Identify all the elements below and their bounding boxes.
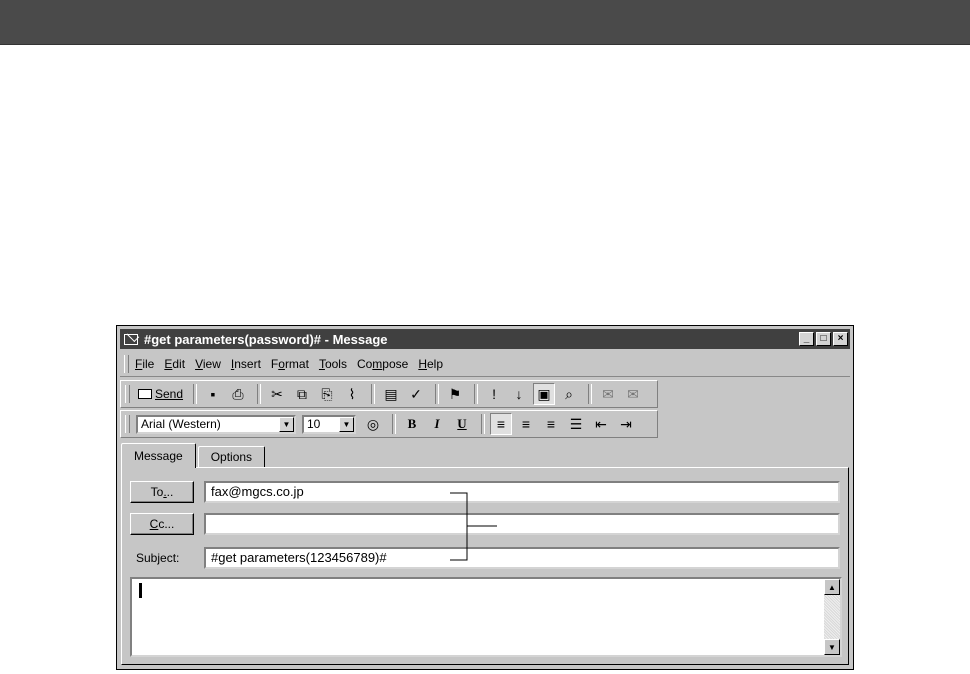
window-title: #get parameters(password)# - Message <box>144 331 388 347</box>
vertical-scrollbar[interactable]: ▲ ▼ <box>824 579 840 655</box>
scroll-up-icon[interactable]: ▲ <box>824 579 840 595</box>
close-button[interactable]: × <box>833 332 848 346</box>
toolbar-separator <box>435 384 440 404</box>
underline-button[interactable]: U <box>451 413 473 435</box>
text-cursor <box>139 583 142 598</box>
toolbar-grip[interactable] <box>125 415 130 433</box>
menu-edit[interactable]: Edit <box>164 357 185 371</box>
align-left-icon[interactable]: ≡ <box>490 413 512 435</box>
attach-icon[interactable]: ⌇ <box>341 383 363 405</box>
menu-tools[interactable]: Tools <box>319 357 347 371</box>
toolbar-separator <box>371 384 376 404</box>
italic-button[interactable]: I <box>426 413 448 435</box>
scroll-down-icon[interactable]: ▼ <box>824 639 840 655</box>
toolbar-separator <box>481 414 485 434</box>
toolbar-separator <box>588 384 593 404</box>
print-icon[interactable]: ⎙ <box>227 383 249 405</box>
to-button[interactable]: To... <box>130 481 194 503</box>
envelope-icon <box>124 333 138 345</box>
menu-format[interactable]: Format <box>271 357 309 371</box>
check-names-icon[interactable]: ✓ <box>405 383 427 405</box>
sign-icon[interactable]: ✉ <box>597 383 619 405</box>
menu-bar: File Edit View Insert Format Tools Compo… <box>120 352 850 377</box>
send-label: Send <box>155 387 184 401</box>
subject-field[interactable]: #get parameters(123456789)# <box>204 547 840 569</box>
increase-indent-icon[interactable]: ⇥ <box>615 413 637 435</box>
toolbar-separator <box>257 384 262 404</box>
text-color-icon[interactable]: ◎ <box>362 413 384 435</box>
tab-strip: Message Options <box>121 443 267 468</box>
menu-help[interactable]: Help <box>418 357 443 371</box>
send-button[interactable]: Send <box>136 383 185 405</box>
low-priority-icon[interactable]: ↓ <box>508 383 530 405</box>
menu-insert[interactable]: Insert <box>231 357 261 371</box>
find-icon[interactable]: ⌕ <box>558 383 580 405</box>
cc-button[interactable]: Cc... <box>130 513 194 535</box>
message-body[interactable]: ▲ ▼ <box>130 577 842 657</box>
bold-button[interactable]: B <box>401 413 423 435</box>
menu-view[interactable]: View <box>195 357 221 371</box>
cc-field[interactable] <box>204 513 840 535</box>
save-icon[interactable]: ▪ <box>202 383 224 405</box>
tab-options[interactable]: Options <box>197 446 266 468</box>
dropdown-arrow-icon[interactable]: ▼ <box>339 416 354 432</box>
high-priority-icon[interactable]: ! <box>483 383 505 405</box>
to-field[interactable]: fax@mgcs.co.jp <box>204 481 840 503</box>
font-size-value: 10 <box>307 417 321 431</box>
tab-message[interactable]: Message <box>121 443 196 468</box>
paste-icon[interactable]: ⎘ <box>316 383 338 405</box>
cut-icon[interactable]: ✂ <box>266 383 288 405</box>
formatting-toolbar: Arial (Western) ▼ 10 ▼ ◎ B I U ≡ ≡ ≡ ☰ ⇤… <box>120 410 658 438</box>
copy-icon[interactable]: ⧉ <box>291 383 313 405</box>
bullets-icon[interactable]: ☰ <box>565 413 587 435</box>
page-header-bar <box>0 0 970 45</box>
font-select[interactable]: Arial (Western) ▼ <box>136 414 296 434</box>
flag-icon[interactable]: ⚑ <box>444 383 466 405</box>
subject-label: Subject: <box>136 551 180 565</box>
menu-compose[interactable]: Compose <box>357 357 408 371</box>
font-value: Arial (Western) <box>141 417 221 431</box>
title-bar: #get parameters(password)# - Message _ □… <box>120 329 850 349</box>
message-window: #get parameters(password)# - Message _ □… <box>116 325 854 670</box>
menu-grip[interactable] <box>124 355 129 373</box>
align-right-icon[interactable]: ≡ <box>540 413 562 435</box>
toolbar-separator <box>392 414 396 434</box>
standard-toolbar: Send ▪ ⎙ ✂ ⧉ ⎘ ⌇ ▤ ✓ ⚑ ! ↓ ▣ ⌕ ✉ ✉ <box>120 380 658 408</box>
minimize-button[interactable]: _ <box>799 332 814 346</box>
menu-file[interactable]: File <box>135 357 154 371</box>
message-panel: To... fax@mgcs.co.jp Cc... Subject: #get… <box>121 467 849 665</box>
align-center-icon[interactable]: ≡ <box>515 413 537 435</box>
properties-icon[interactable]: ▣ <box>533 383 556 405</box>
decrease-indent-icon[interactable]: ⇤ <box>590 413 612 435</box>
font-size-select[interactable]: 10 ▼ <box>302 414 356 434</box>
toolbar-separator <box>193 384 198 404</box>
toolbar-grip[interactable] <box>125 385 130 403</box>
maximize-button[interactable]: □ <box>816 332 831 346</box>
encrypt-icon[interactable]: ✉ <box>622 383 644 405</box>
send-icon <box>138 389 152 399</box>
address-book-icon[interactable]: ▤ <box>380 383 402 405</box>
toolbar-separator <box>474 384 479 404</box>
dropdown-arrow-icon[interactable]: ▼ <box>279 416 294 432</box>
